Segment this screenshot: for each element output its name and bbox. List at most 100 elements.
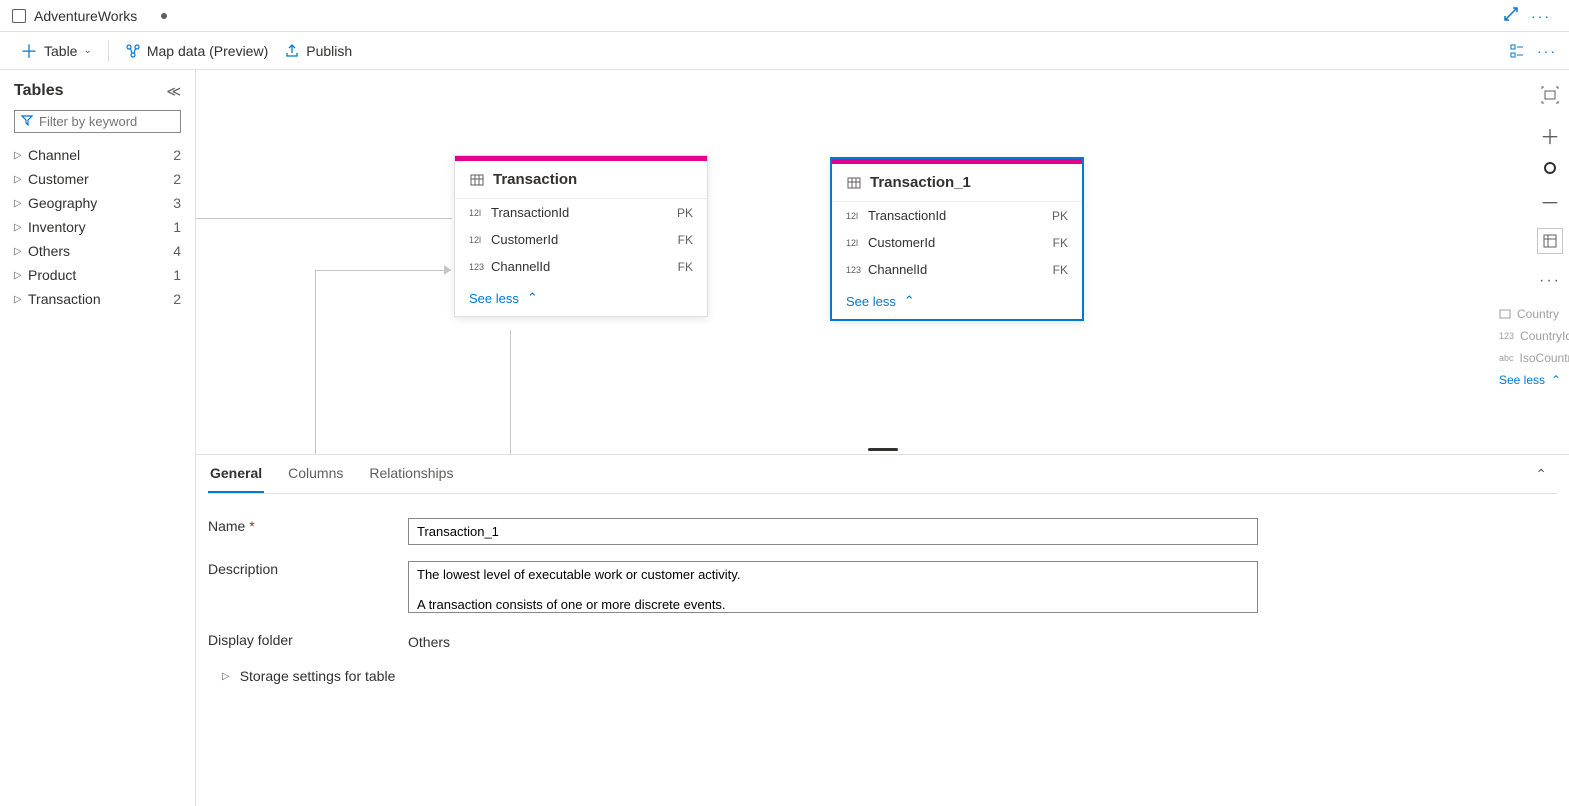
description-textarea[interactable] xyxy=(408,561,1258,613)
table-icon xyxy=(846,175,862,191)
title-bar: AdventureWorks ··· xyxy=(0,0,1569,32)
see-less-link[interactable]: See less ⌃ xyxy=(832,283,1082,319)
panel-resize-handle[interactable] xyxy=(868,448,898,451)
column-row[interactable]: 12lCustomerIdFK xyxy=(832,229,1082,256)
name-input[interactable] xyxy=(408,518,1258,545)
sidebar-item-count: 3 xyxy=(173,195,181,211)
column-type-badge: 12l xyxy=(469,235,491,245)
publish-label: Publish xyxy=(306,43,352,59)
column-key-badge: FK xyxy=(678,260,693,274)
column-type-badge: 12l xyxy=(846,238,868,248)
table-name: Transaction xyxy=(493,171,577,188)
ghost-column-row: 123CountryId xyxy=(1499,325,1569,347)
table-button-label: Table xyxy=(44,43,77,59)
canvas-rail: ＋ － ··· xyxy=(1537,82,1563,294)
toolbar-more-icon[interactable]: ··· xyxy=(1537,43,1557,59)
layout-icon[interactable] xyxy=(1537,228,1563,254)
sidebar-item-inventory[interactable]: ▷Inventory1 xyxy=(0,215,195,239)
ghost-table-country[interactable]: Country 123CountryIdabcIsoCountr See les… xyxy=(1489,295,1569,399)
column-type-badge: 12l xyxy=(846,211,868,221)
fit-to-screen-icon[interactable] xyxy=(1537,82,1563,108)
sidebar-item-label: Geography xyxy=(28,195,173,211)
tab-columns[interactable]: Columns xyxy=(286,455,345,493)
sidebar-item-count: 2 xyxy=(173,291,181,307)
column-key-badge: PK xyxy=(1052,209,1068,223)
column-key-badge: FK xyxy=(1053,236,1068,250)
column-row[interactable]: 123ChannelIdFK xyxy=(832,256,1082,283)
column-row[interactable]: 12lCustomerIdFK xyxy=(455,226,707,253)
zoom-in-icon[interactable]: ＋ xyxy=(1537,122,1563,148)
see-less-link[interactable]: See less ⌃ xyxy=(455,280,707,316)
ghost-see-less[interactable]: See less ⌃ xyxy=(1499,369,1569,391)
sidebar-item-count: 1 xyxy=(173,219,181,235)
column-row[interactable]: 12lTransactionIdPK xyxy=(455,199,707,226)
zoom-slider-handle[interactable] xyxy=(1544,162,1556,174)
zoom-out-icon[interactable]: － xyxy=(1537,188,1563,214)
table-name: Transaction_1 xyxy=(870,174,971,191)
sidebar-collapse-icon[interactable]: ≪ xyxy=(166,83,181,100)
toolbar: ＋ Table ⌄ Map data (Preview) Publish ··· xyxy=(0,32,1569,70)
rail-more-icon[interactable]: ··· xyxy=(1537,268,1563,294)
document-title: AdventureWorks xyxy=(34,8,137,24)
chevron-right-icon: ▷ xyxy=(14,270,28,281)
sidebar-item-count: 4 xyxy=(173,243,181,259)
chevron-right-icon: ▷ xyxy=(14,294,28,305)
sidebar-item-geography[interactable]: ▷Geography3 xyxy=(0,191,195,215)
sidebar-item-count: 2 xyxy=(173,147,181,163)
table-card-transaction-1[interactable]: Transaction_1 12lTransactionIdPK12lCusto… xyxy=(830,157,1084,321)
sidebar-item-transaction[interactable]: ▷Transaction2 xyxy=(0,287,195,311)
tab-relationships[interactable]: Relationships xyxy=(367,455,455,493)
plus-icon: ＋ xyxy=(20,38,38,64)
filter-input[interactable] xyxy=(39,114,215,129)
sidebar-item-label: Product xyxy=(28,267,173,283)
sidebar-item-others[interactable]: ▷Others4 xyxy=(0,239,195,263)
canvas[interactable]: Transaction 12lTransactionIdPK12lCustome… xyxy=(196,70,1569,806)
chevron-right-icon: ▷ xyxy=(14,150,28,161)
publish-icon xyxy=(284,43,300,59)
map-data-button[interactable]: Map data (Preview) xyxy=(117,39,276,63)
more-options-icon[interactable]: ··· xyxy=(1525,4,1557,28)
ghost-column-row: abcIsoCountr xyxy=(1499,347,1569,369)
chevron-right-icon: ▷ xyxy=(222,671,230,682)
sidebar-item-count: 1 xyxy=(173,267,181,283)
sidebar: Tables ≪ ▷Channel2▷Customer2▷Geography3▷… xyxy=(0,70,196,806)
chevron-down-icon: ⌄ xyxy=(83,45,91,56)
chevron-up-icon: ⌃ xyxy=(904,293,915,309)
properties-panel: General Columns Relationships ⌃ Name * D… xyxy=(196,454,1569,806)
panel-collapse-icon[interactable]: ⌃ xyxy=(1525,456,1557,493)
sidebar-item-customer[interactable]: ▷Customer2 xyxy=(0,167,195,191)
chevron-right-icon: ▷ xyxy=(14,246,28,257)
column-name: CustomerId xyxy=(491,232,678,247)
filter-input-wrap[interactable] xyxy=(14,110,181,133)
sidebar-item-label: Channel xyxy=(28,147,173,163)
chevron-up-icon: ⌃ xyxy=(527,290,538,306)
storage-settings-toggle[interactable]: ▷ Storage settings for table xyxy=(208,660,1557,692)
map-data-label: Map data (Preview) xyxy=(147,43,268,59)
column-key-badge: FK xyxy=(1053,263,1068,277)
publish-button[interactable]: Publish xyxy=(276,39,360,63)
column-type-badge: 12l xyxy=(469,208,491,218)
tab-general[interactable]: General xyxy=(208,455,264,493)
column-name: CustomerId xyxy=(868,235,1053,250)
column-row[interactable]: 12lTransactionIdPK xyxy=(832,202,1082,229)
table-icon xyxy=(469,172,485,188)
chevron-right-icon: ▷ xyxy=(14,198,28,209)
table-card-transaction[interactable]: Transaction 12lTransactionIdPK12lCustome… xyxy=(454,155,708,317)
display-folder-label: Display folder xyxy=(208,632,408,648)
column-key-badge: FK xyxy=(678,233,693,247)
sidebar-item-channel[interactable]: ▷Channel2 xyxy=(0,143,195,167)
document-icon xyxy=(12,9,26,23)
sidebar-item-label: Inventory xyxy=(28,219,173,235)
description-label: Description xyxy=(208,561,408,577)
sidebar-item-label: Customer xyxy=(28,171,173,187)
expand-window-icon[interactable] xyxy=(1497,2,1525,29)
column-type-badge: 123 xyxy=(846,265,868,275)
column-row[interactable]: 123ChannelIdFK xyxy=(455,253,707,280)
sidebar-item-label: Others xyxy=(28,243,173,259)
sidebar-item-label: Transaction xyxy=(28,291,173,307)
view-options-icon[interactable] xyxy=(1509,43,1525,59)
sidebar-title: Tables xyxy=(14,82,64,100)
column-type-badge: 123 xyxy=(469,262,491,272)
new-table-button[interactable]: ＋ Table ⌄ xyxy=(12,34,100,68)
sidebar-item-product[interactable]: ▷Product1 xyxy=(0,263,195,287)
